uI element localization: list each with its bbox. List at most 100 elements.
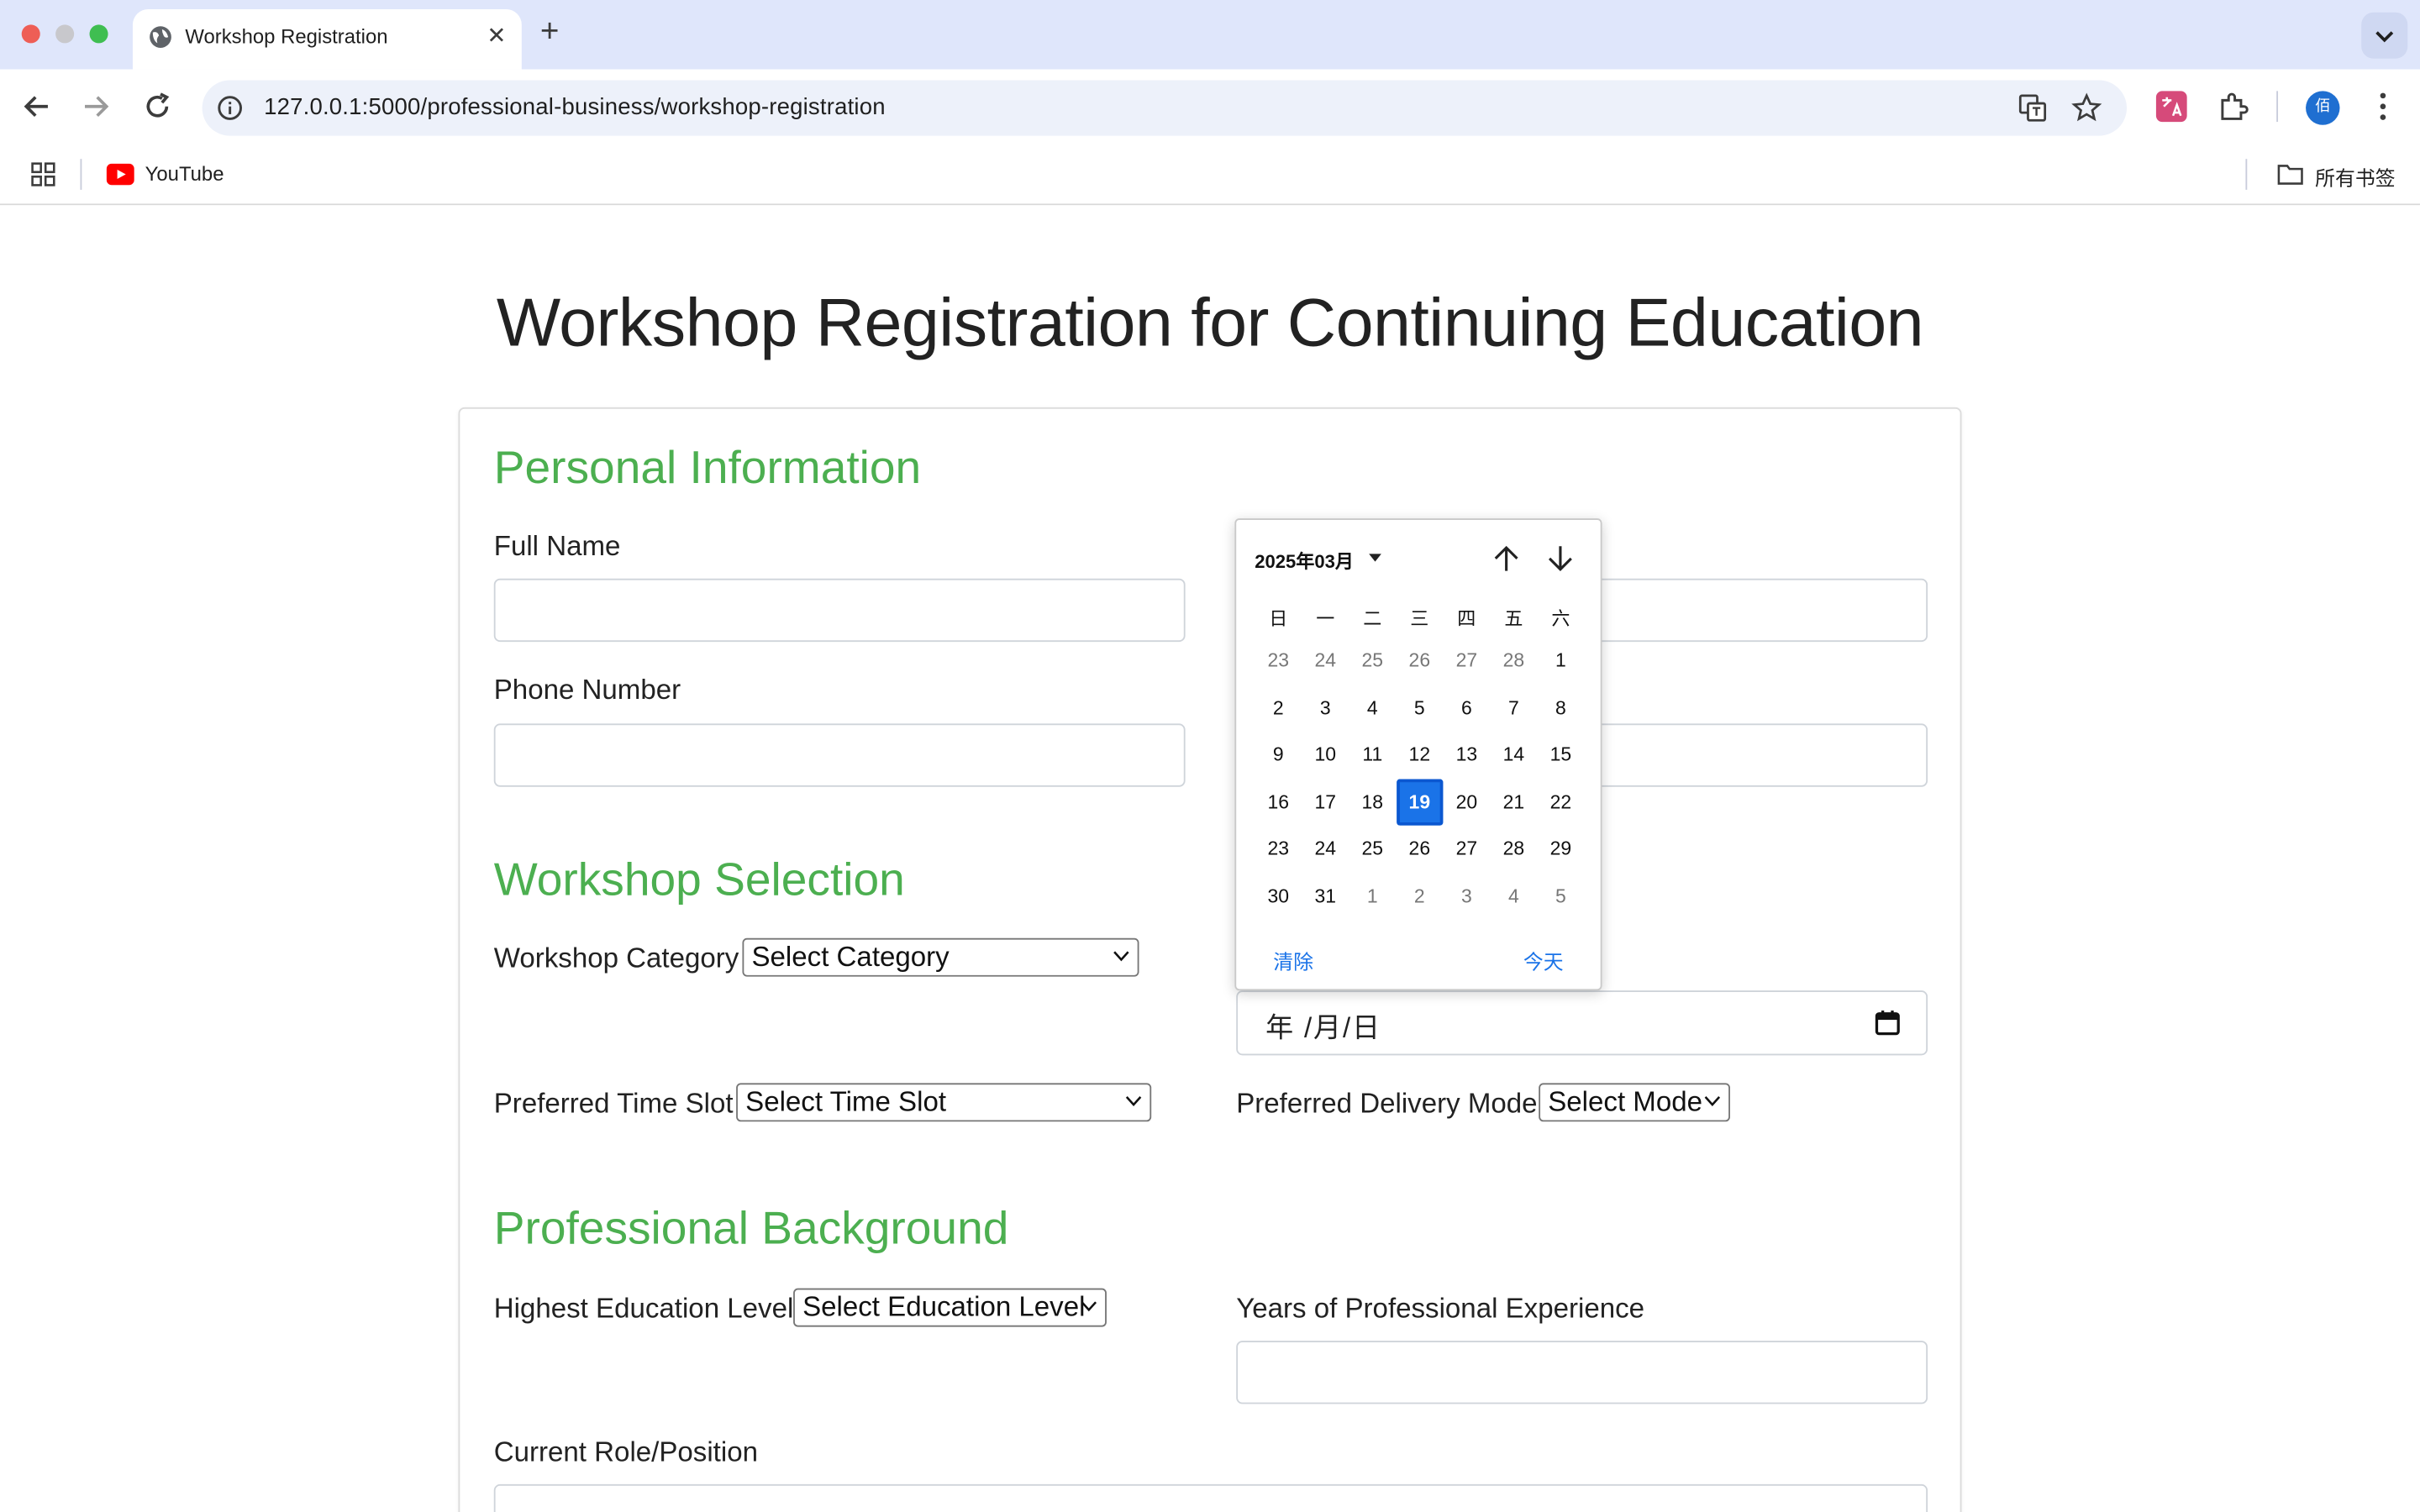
registration-form: Personal Information Full Name Phone Num… — [458, 407, 1962, 1512]
tab-bar: Workshop Registration ✕ + — [0, 0, 2420, 70]
calendar-grid: 日一二三四五六 23 24 25 26 27 28 1 2 3 4 5 6 7 8 9 10 11 12 13 14 1… — [1255, 600, 1597, 919]
translate-icon[interactable] — [2018, 92, 2049, 123]
calendar-day[interactable]: 28 — [1490, 826, 1537, 873]
profile-avatar[interactable]: 佰 — [2306, 91, 2340, 125]
workshop-category-label: Workshop Category — [493, 942, 739, 974]
full-name-input[interactable] — [493, 578, 1186, 643]
calendar-day[interactable]: 1 — [1537, 638, 1584, 685]
calendar-day[interactable]: 17 — [1302, 779, 1349, 826]
calendar-day[interactable]: 24 — [1302, 826, 1349, 873]
apps-grid-icon[interactable] — [31, 162, 55, 186]
calendar-day[interactable]: 24 — [1302, 638, 1349, 685]
next-month-arrow-icon[interactable] — [1544, 542, 1577, 575]
calendar-day[interactable]: 9 — [1255, 732, 1302, 779]
address-bar[interactable]: 127.0.0.1:5000/professional-business/wor… — [202, 80, 2128, 136]
calendar-week-row: 9 10 11 12 13 14 15 — [1255, 732, 1597, 779]
calendar-day[interactable]: 31 — [1302, 873, 1349, 920]
calendar-day[interactable]: 10 — [1302, 732, 1349, 779]
more-menu-icon[interactable] — [2366, 90, 2400, 123]
section-heading-professional: Professional Background — [493, 1203, 1009, 1255]
calendar-day[interactable]: 3 — [1302, 685, 1349, 732]
calendar-day[interactable]: 8 — [1537, 685, 1584, 732]
tab-search-button[interactable] — [2361, 12, 2408, 59]
site-info-icon[interactable] — [216, 94, 244, 122]
reload-icon[interactable] — [139, 88, 176, 125]
calendar-week-row: 23 24 25 26 27 28 29 — [1255, 826, 1597, 873]
phone-input[interactable] — [493, 723, 1186, 787]
calendar-day[interactable]: 21 — [1490, 779, 1537, 826]
time-slot-select[interactable]: Select Time Slot — [736, 1083, 1152, 1122]
calendar-day[interactable]: 5 — [1537, 873, 1584, 920]
minimize-window-button[interactable] — [55, 24, 75, 44]
calendar-day[interactable]: 16 — [1255, 779, 1302, 826]
previous-month-arrow-icon[interactable] — [1489, 542, 1523, 575]
calendar-day[interactable]: 11 — [1349, 732, 1396, 779]
new-tab-button[interactable]: + — [540, 14, 560, 51]
toolbar-divider — [2276, 91, 2279, 123]
current-role-input[interactable] — [493, 1483, 1928, 1512]
forward-arrow-icon[interactable] — [77, 88, 114, 125]
calendar-day[interactable]: 2 — [1396, 873, 1443, 920]
delivery-mode-label: Preferred Delivery Mode — [1236, 1087, 1538, 1119]
calendar-day[interactable]: 25 — [1349, 638, 1396, 685]
bookmark-star-icon[interactable] — [2071, 92, 2102, 123]
time-slot-label: Preferred Time Slot — [493, 1087, 734, 1119]
calendar-day[interactable]: 30 — [1255, 873, 1302, 920]
weekday-label: 一 — [1316, 607, 1335, 630]
calendar-day[interactable]: 1 — [1349, 873, 1396, 920]
calendar-day[interactable]: 27 — [1443, 826, 1490, 873]
calendar-day[interactable]: 13 — [1443, 732, 1490, 779]
weekday-label: 日 — [1269, 607, 1288, 630]
calendar-day[interactable]: 23 — [1255, 638, 1302, 685]
weekday-label: 三 — [1410, 607, 1429, 630]
calendar-day[interactable]: 7 — [1490, 685, 1537, 732]
calendar-day[interactable]: 4 — [1349, 685, 1396, 732]
back-arrow-icon[interactable] — [18, 88, 55, 125]
calendar-day[interactable]: 23 — [1255, 826, 1302, 873]
calendar-day[interactable]: 3 — [1443, 873, 1490, 920]
calendar-day[interactable]: 29 — [1537, 826, 1584, 873]
browser-toolbar: 127.0.0.1:5000/professional-business/wor… — [0, 69, 2420, 144]
translator-extension-icon[interactable] — [2154, 90, 2188, 123]
calendar-day[interactable]: 26 — [1396, 638, 1443, 685]
calendar-day[interactable]: 27 — [1443, 638, 1490, 685]
chevron-down-icon — [1125, 1096, 1142, 1107]
education-level-select[interactable]: Select Education Level — [793, 1288, 1107, 1327]
calendar-day[interactable]: 25 — [1349, 826, 1396, 873]
full-name-label: Full Name — [493, 530, 621, 562]
youtube-icon — [106, 163, 134, 186]
delivery-mode-select[interactable]: Select Mode — [1539, 1083, 1730, 1122]
calendar-days: 23 24 25 26 27 28 1 2 3 4 5 6 7 8 9 10 11 12 13 14 15 16 17 18 1… — [1255, 638, 1597, 920]
workshop-category-select[interactable]: Select Category — [742, 937, 1139, 977]
today-button[interactable]: 今天 — [1523, 946, 1564, 975]
calendar-icon[interactable] — [1874, 1009, 1902, 1037]
calendar-day-selected[interactable]: 19 — [1396, 778, 1444, 826]
maximize-window-button[interactable] — [89, 24, 108, 44]
calendar-day[interactable]: 18 — [1349, 779, 1396, 826]
bookmark-youtube[interactable]: YouTube — [145, 162, 224, 186]
experience-input[interactable] — [1236, 1341, 1928, 1404]
calendar-day[interactable]: 12 — [1396, 732, 1443, 779]
calendar-day[interactable]: 26 — [1396, 826, 1443, 873]
close-window-button[interactable] — [21, 24, 40, 44]
caret-down-icon[interactable] — [1369, 554, 1381, 562]
calendar-day[interactable]: 14 — [1490, 732, 1537, 779]
close-tab-icon[interactable]: ✕ — [487, 22, 506, 50]
calendar-day[interactable]: 15 — [1537, 732, 1584, 779]
calendar-day[interactable]: 6 — [1443, 685, 1490, 732]
calendar-day[interactable]: 4 — [1490, 873, 1537, 920]
month-year-selector[interactable]: 2025年03月 — [1255, 548, 1354, 574]
chevron-down-icon — [1704, 1096, 1721, 1107]
calendar-day[interactable]: 2 — [1255, 685, 1302, 732]
calendar-day[interactable]: 5 — [1396, 685, 1443, 732]
workshop-date-input[interactable]: 年 /月/日 — [1236, 990, 1928, 1056]
all-bookmarks[interactable]: 所有书签 — [2315, 162, 2396, 192]
calendar-day[interactable]: 20 — [1443, 779, 1490, 826]
calendar-day[interactable]: 22 — [1537, 779, 1584, 826]
browser-tab[interactable]: Workshop Registration ✕ — [132, 9, 522, 70]
url-text: 127.0.0.1:5000/professional-business/wor… — [264, 94, 886, 121]
bookmarks-bar: YouTube 所有书签 — [0, 143, 2420, 206]
extensions-puzzle-icon[interactable] — [2217, 90, 2250, 123]
calendar-day[interactable]: 28 — [1490, 638, 1537, 685]
clear-date-button[interactable]: 清除 — [1273, 946, 1313, 975]
